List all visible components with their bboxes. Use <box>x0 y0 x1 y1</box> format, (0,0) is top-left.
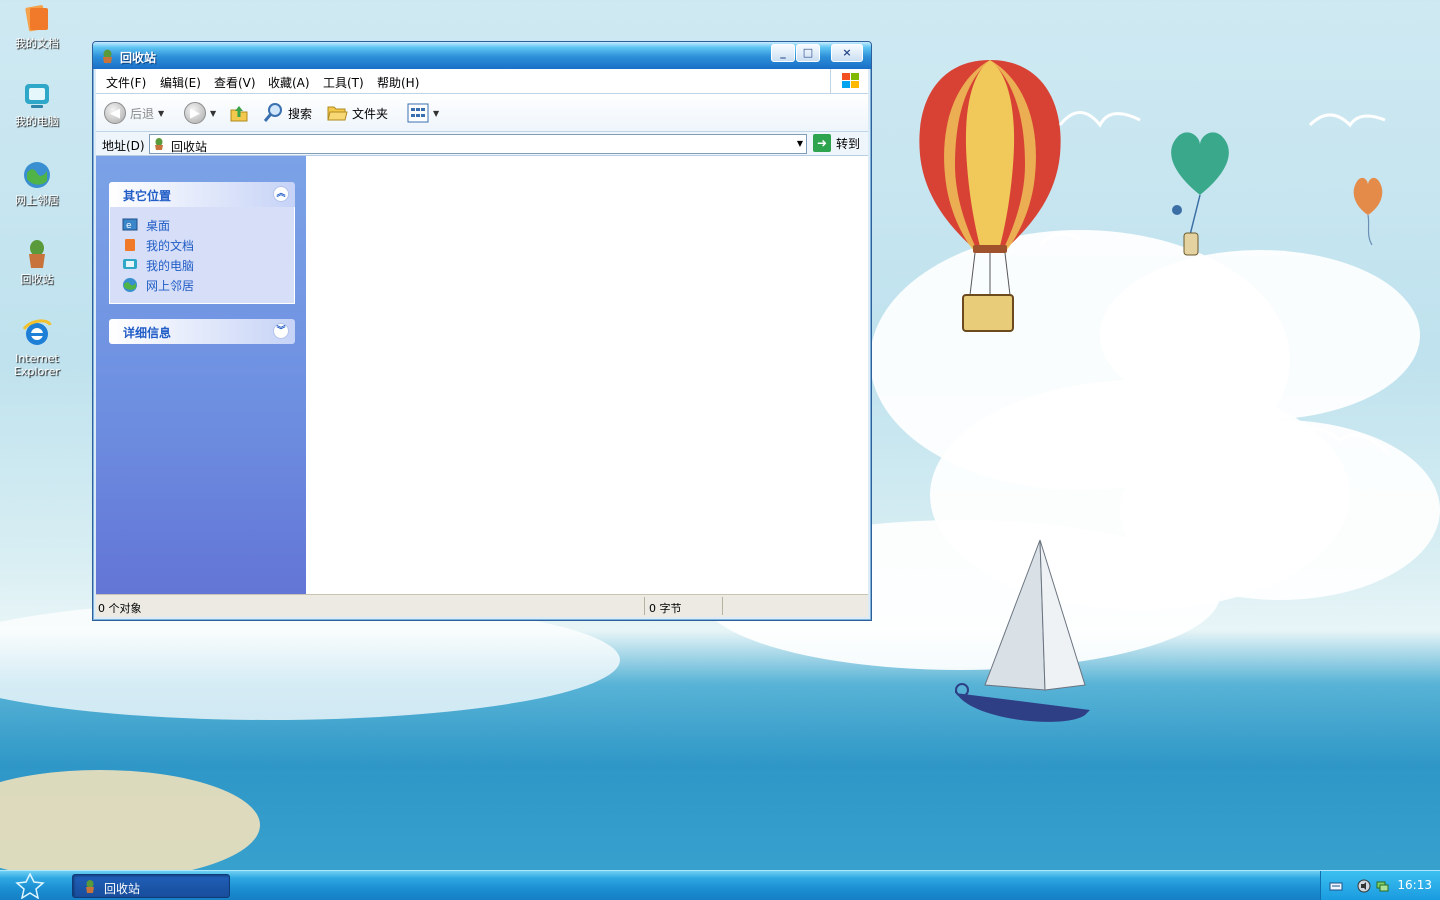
menu-edit[interactable]: 编辑(E) <box>160 74 201 91</box>
folders-button[interactable]: 文件夹 <box>326 102 388 124</box>
my-documents-icon <box>25 5 48 32</box>
recycle-bin-window[interactable]: 回收站 _ □ × 文件(F) 编辑(E) 查看(V) 收藏(A) 工具(T) … <box>92 41 872 621</box>
maximize-button[interactable]: □ <box>796 44 820 62</box>
link-desktop[interactable]: e 桌面 <box>122 215 294 235</box>
forward-arrow-icon: ▶ <box>184 102 206 124</box>
menu-tools[interactable]: 工具(T) <box>323 74 364 91</box>
go-button[interactable]: ➜ 转到 <box>813 134 860 152</box>
minimize-button[interactable]: _ <box>771 44 795 62</box>
menu-file[interactable]: 文件(F) <box>106 74 146 91</box>
window-content: 其它位置 ︽ e 桌面 我的文档 我的电脑 网上邻居 详细信息 ︾ <box>96 156 868 594</box>
my-documents-icon <box>125 239 135 251</box>
forward-button[interactable]: ▶ ▼ <box>184 102 216 124</box>
system-tray: 16:13 <box>1320 871 1440 900</box>
search-button[interactable]: 搜索 <box>262 102 312 124</box>
recycle-bin-icon <box>86 880 94 893</box>
details-header[interactable]: 详细信息 ︾ <box>109 319 295 344</box>
views-icon <box>407 103 429 123</box>
go-arrow-icon: ➜ <box>813 134 831 152</box>
toolbar: ◀ 后退 ▼ ▶ ▼ 搜索 文件夹 ▼ <box>96 94 868 132</box>
taskbar: 回收站 16:13 <box>0 870 1440 900</box>
menu-favorites[interactable]: 收藏(A) <box>268 74 310 91</box>
forward-dropdown-icon[interactable]: ▼ <box>210 109 216 118</box>
taskbar-item-recycle-bin[interactable]: 回收站 <box>72 874 230 898</box>
other-places-body: e 桌面 我的文档 我的电脑 网上邻居 <box>109 207 295 304</box>
desktop-icon-network[interactable]: 网上邻居 <box>0 159 74 207</box>
my-computer-icon <box>123 259 137 269</box>
windows-logo <box>830 69 868 93</box>
keyboard-icon[interactable] <box>1329 879 1343 893</box>
other-places-panel: 其它位置 ︽ e 桌面 我的文档 我的电脑 网上邻居 <box>109 182 295 304</box>
address-label: 地址(D) <box>102 139 145 153</box>
details-panel: 详细信息 ︾ <box>109 319 295 344</box>
windows-flag-icon <box>842 73 859 88</box>
back-arrow-icon: ◀ <box>104 102 126 124</box>
up-button[interactable] <box>228 102 250 124</box>
status-divider <box>644 597 645 615</box>
network-places-icon <box>24 162 50 188</box>
start-star-icon <box>15 872 45 900</box>
back-button[interactable]: ◀ 后退 ▼ <box>104 102 164 124</box>
status-size: 0 字节 <box>649 602 682 615</box>
task-pane: 其它位置 ︽ e 桌面 我的文档 我的电脑 网上邻居 详细信息 ︾ <box>96 156 306 594</box>
views-button[interactable]: ▼ <box>407 102 439 124</box>
internet-explorer-icon <box>22 319 52 345</box>
address-bar: 地址(D) 回收站 ▼ ➜ 转到 <box>96 132 868 156</box>
status-bar: 0 个对象 0 字节 <box>96 594 868 617</box>
speaker-icon[interactable] <box>1357 879 1371 893</box>
search-icon <box>263 103 282 122</box>
close-button[interactable]: × <box>831 44 863 62</box>
window-titlebar[interactable]: 回收站 _ □ × <box>93 42 871 69</box>
collapse-chevron-icon[interactable]: ︽ <box>273 186 289 202</box>
sailboat-illustration <box>955 539 1090 722</box>
desktop-icon-my-documents[interactable]: 我的文档 <box>0 2 74 50</box>
recycle-bin-icon <box>155 138 163 150</box>
back-dropdown-icon[interactable]: ▼ <box>158 109 164 118</box>
folder-up-icon <box>230 106 248 122</box>
network-status-icon[interactable] <box>1375 879 1389 893</box>
start-button[interactable] <box>10 872 50 900</box>
file-list-area[interactable] <box>306 156 868 594</box>
desktop-icon-recycle-bin[interactable]: 回收站 <box>0 238 74 286</box>
recycle-bin-icon <box>103 49 112 63</box>
menu-bar: 文件(F) 编辑(E) 查看(V) 收藏(A) 工具(T) 帮助(H) <box>96 69 868 94</box>
recycle-bin-icon <box>29 240 45 268</box>
expand-chevron-icon[interactable]: ︾ <box>273 323 289 339</box>
status-object-count: 0 个对象 <box>98 602 142 615</box>
address-input[interactable]: 回收站 ▼ <box>149 134 807 154</box>
menu-help[interactable]: 帮助(H) <box>377 74 419 91</box>
menu-view[interactable]: 查看(V) <box>214 74 256 91</box>
svg-text:e: e <box>126 221 132 231</box>
desktop-icon-my-computer[interactable]: 我的电脑 <box>0 80 74 128</box>
window-title: 回收站 <box>120 51 157 65</box>
desktop-icon-internet-explorer[interactable]: Internet Explorer <box>0 317 74 378</box>
link-my-documents[interactable]: 我的文档 <box>122 235 294 255</box>
other-places-header[interactable]: 其它位置 ︽ <box>109 182 295 207</box>
link-my-computer[interactable]: 我的电脑 <box>122 255 294 275</box>
my-computer-icon <box>25 84 49 108</box>
network-places-icon <box>123 278 137 292</box>
desktop-icon: e <box>122 218 138 231</box>
folder-icon <box>327 106 348 121</box>
link-network-places[interactable]: 网上邻居 <box>122 275 294 295</box>
status-divider <box>722 597 723 615</box>
address-value: 回收站 <box>171 140 208 154</box>
views-dropdown-icon[interactable]: ▼ <box>433 109 439 118</box>
address-dropdown-icon[interactable]: ▼ <box>797 139 803 148</box>
birds-illustration <box>1040 111 1392 457</box>
clock[interactable]: 16:13 <box>1397 878 1432 892</box>
